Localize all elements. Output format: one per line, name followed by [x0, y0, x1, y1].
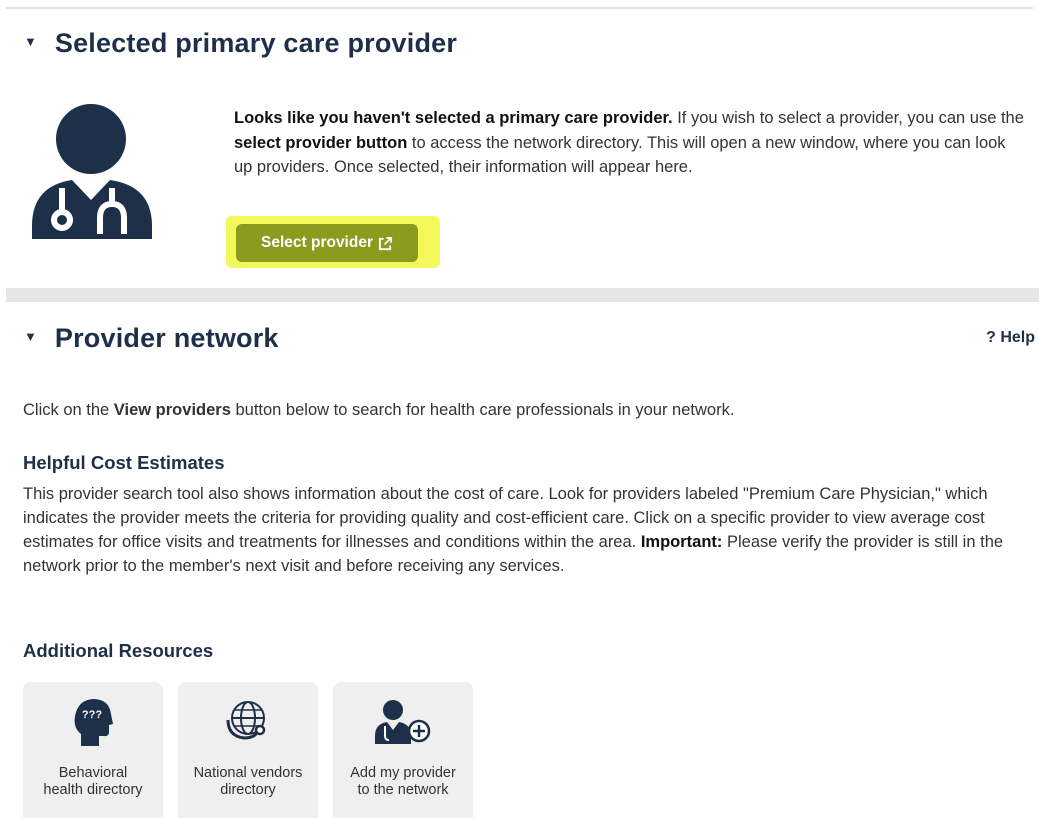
network-section-header[interactable]: ▼ Provider network	[24, 323, 279, 354]
globe-stethoscope-icon	[226, 701, 266, 740]
select-provider-button[interactable]: Select provider	[236, 224, 418, 262]
add-doctor-icon	[375, 700, 431, 744]
cost-estimates-text: This provider search tool also shows inf…	[23, 482, 1023, 578]
cost-estimates-heading: Helpful Cost Estimates	[23, 452, 225, 473]
tile-label: Add my provider to the network	[337, 765, 469, 799]
intro-suffix: button below to search for health care p…	[230, 401, 735, 419]
svg-text:???: ???	[82, 709, 102, 721]
select-provider-label: Select provider	[261, 234, 373, 251]
section-divider	[6, 288, 1039, 302]
tile-label-line1: Add my provider	[350, 765, 456, 781]
external-link-icon	[378, 236, 393, 250]
tile-label-line2: health directory	[43, 782, 143, 798]
resource-tile-national-vendors[interactable]: National vendors directory	[178, 682, 318, 818]
tile-label-line2: directory	[220, 782, 276, 798]
head-question-icon: ???	[74, 699, 113, 746]
pcp-message-button-ref: select provider button	[234, 133, 408, 152]
pcp-section-header[interactable]: ▼ Selected primary care provider	[24, 28, 457, 59]
additional-resources-heading: Additional Resources	[23, 640, 214, 661]
pcp-message-part1: If you wish to select a provider, you ca…	[672, 109, 1024, 127]
tile-label-line1: Behavioral	[58, 765, 128, 781]
top-divider	[6, 7, 1033, 9]
tile-label-line2: to the network	[357, 782, 449, 798]
important-label: Important:	[640, 533, 723, 551]
pcp-section-title: Selected primary care provider	[54, 28, 458, 58]
resource-tile-add-provider[interactable]: Add my provider to the network	[333, 682, 473, 818]
help-link[interactable]: ? Help	[986, 329, 1035, 347]
pcp-message-bold: Looks like you haven't selected a primar…	[234, 109, 673, 127]
intro-bold: View providers	[113, 401, 231, 419]
tile-label-line1: National vendors	[193, 765, 303, 781]
pcp-message: Looks like you haven't selected a primar…	[234, 106, 1024, 180]
intro-prefix: Click on the	[23, 401, 114, 419]
resource-tile-behavioral-health[interactable]: ??? Behavioral health directory	[23, 682, 163, 818]
network-section-title: Provider network	[54, 323, 279, 353]
tile-label: Behavioral health directory	[27, 765, 159, 799]
tile-label: National vendors directory	[182, 765, 314, 799]
collapse-caret-icon[interactable]: ▼	[24, 34, 37, 49]
network-intro: Click on the View providers button below…	[23, 398, 734, 422]
doctor-stethoscope-icon	[32, 104, 152, 239]
collapse-caret-icon[interactable]: ▼	[24, 329, 37, 344]
